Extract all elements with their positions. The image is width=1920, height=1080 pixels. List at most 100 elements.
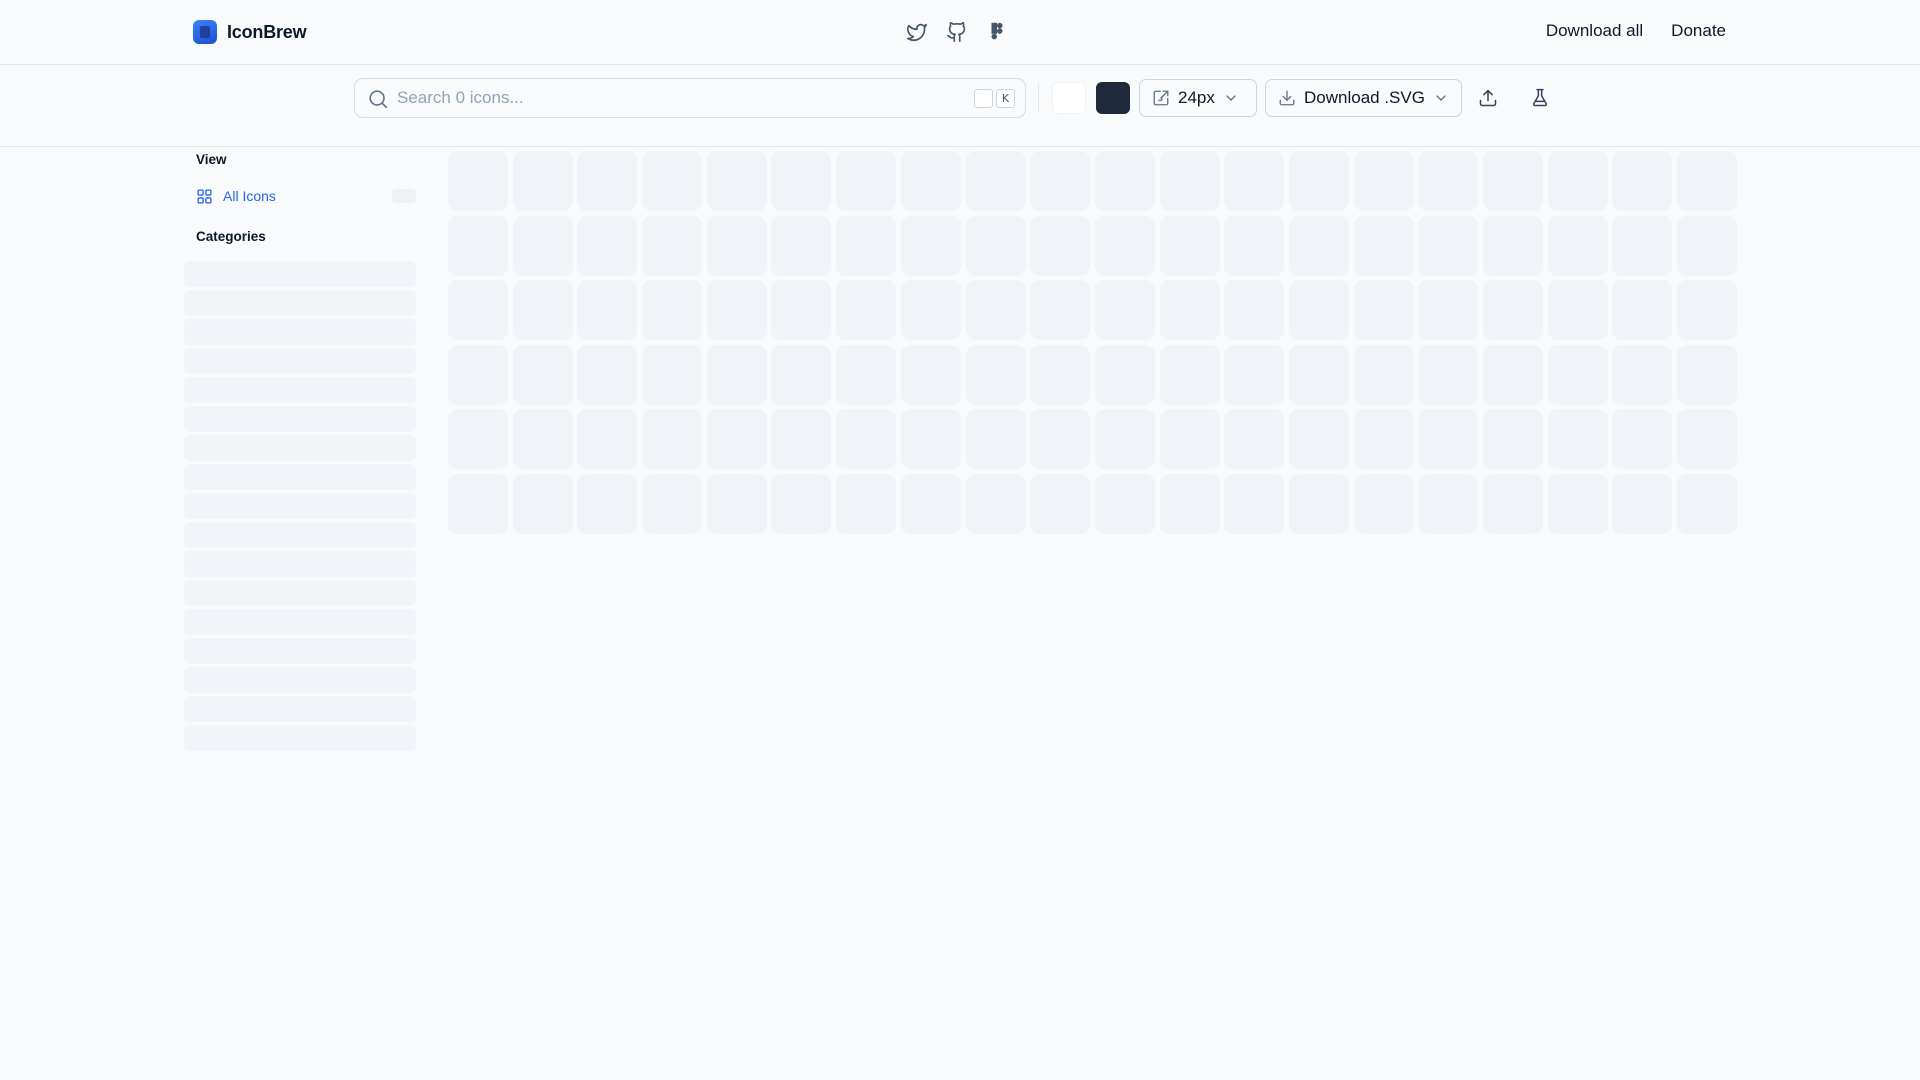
app-logo-icon	[193, 20, 217, 44]
icon-tile-placeholder	[448, 473, 508, 534]
search-input[interactable]	[397, 79, 957, 117]
icon-tile-placeholder	[1094, 280, 1155, 340]
icon-tile-placeholder	[577, 280, 638, 340]
icon-tile-placeholder	[1483, 280, 1543, 340]
icon-tile-placeholder	[1418, 473, 1479, 534]
icon-tile-placeholder	[1547, 215, 1608, 276]
icon-tile-placeholder	[512, 344, 573, 405]
icon-tile-placeholder	[1353, 409, 1414, 469]
upload-icon	[1479, 89, 1497, 107]
category-placeholder	[184, 580, 416, 606]
color-swatch-light[interactable]	[1052, 82, 1086, 114]
icon-tile-placeholder	[1159, 473, 1220, 534]
color-swatch-dark[interactable]	[1096, 82, 1130, 114]
icon-tile-placeholder	[1677, 344, 1738, 405]
icon-tile-placeholder	[1224, 215, 1285, 276]
icon-tile-placeholder	[448, 280, 508, 340]
sidebar-item-all-icons[interactable]: All Icons	[196, 184, 416, 208]
category-placeholder	[184, 406, 416, 432]
github-icon[interactable]	[945, 20, 969, 44]
icon-tile-placeholder	[1547, 280, 1608, 340]
upload-button[interactable]	[1476, 86, 1500, 110]
icon-tile-placeholder	[1418, 409, 1479, 469]
icon-grid	[448, 151, 1738, 534]
icon-tile-placeholder	[900, 473, 961, 534]
icon-tile-placeholder	[900, 151, 961, 211]
icon-tile-placeholder	[1030, 344, 1091, 405]
toolbar: K 24px Download .SVG	[0, 65, 1920, 147]
icon-tile-placeholder	[577, 409, 638, 469]
icon-tile-placeholder	[1677, 151, 1738, 211]
icon-tile-placeholder	[900, 215, 961, 276]
icon-tile-placeholder	[1677, 409, 1738, 469]
icon-tile-placeholder	[1094, 215, 1155, 276]
icon-tile-placeholder	[1224, 409, 1285, 469]
figma-icon[interactable]	[985, 20, 1009, 44]
icon-tile-placeholder	[512, 280, 573, 340]
donate-link[interactable]: Donate	[1671, 21, 1726, 41]
icon-tile-placeholder	[1418, 151, 1479, 211]
category-placeholder	[184, 638, 416, 664]
icon-tile-placeholder	[512, 409, 573, 469]
brand-link[interactable]: IconBrew	[193, 20, 307, 44]
category-placeholder	[184, 725, 416, 751]
icon-tile-placeholder	[706, 344, 767, 405]
category-placeholder	[184, 609, 416, 635]
search-box[interactable]: K	[354, 78, 1026, 118]
icon-tile-placeholder	[771, 151, 832, 211]
category-placeholder	[184, 551, 416, 577]
icon-tile-placeholder	[1483, 344, 1543, 405]
icon-tile-placeholder	[965, 151, 1026, 211]
flask-icon	[1532, 88, 1548, 107]
category-placeholder	[184, 464, 416, 490]
icon-tile-placeholder	[1353, 215, 1414, 276]
icon-tile-placeholder	[900, 409, 961, 469]
icon-tile-placeholder	[512, 215, 573, 276]
icon-tile-placeholder	[706, 473, 767, 534]
category-placeholder	[184, 377, 416, 403]
download-all-link[interactable]: Download all	[1546, 21, 1643, 41]
icon-tile-placeholder	[706, 215, 767, 276]
icon-tile-placeholder	[1547, 151, 1608, 211]
lab-button[interactable]	[1528, 86, 1552, 110]
icon-tile-placeholder	[1547, 344, 1608, 405]
icon-tile-placeholder	[1353, 151, 1414, 211]
icon-tile-placeholder	[1159, 151, 1220, 211]
social-links	[905, 20, 1009, 44]
icon-tile-placeholder	[1094, 151, 1155, 211]
icon-tile-placeholder	[1483, 473, 1543, 534]
resize-icon	[1153, 90, 1169, 106]
icon-tile-placeholder	[1030, 280, 1091, 340]
icon-tile-placeholder	[965, 409, 1026, 469]
icon-tile-placeholder	[836, 215, 897, 276]
download-svg-button[interactable]: Download .SVG	[1265, 79, 1462, 117]
icon-tile-placeholder	[900, 344, 961, 405]
icon-tile-placeholder	[1030, 473, 1091, 534]
icon-tile-placeholder	[965, 473, 1026, 534]
icon-tile-placeholder	[1288, 344, 1349, 405]
icon-tile-placeholder	[1224, 280, 1285, 340]
icon-tile-placeholder	[577, 344, 638, 405]
icon-tile-placeholder	[1353, 280, 1414, 340]
category-placeholder	[184, 522, 416, 548]
twitter-icon[interactable]	[905, 20, 929, 44]
all-icons-label: All Icons	[223, 188, 276, 204]
size-select[interactable]: 24px	[1139, 79, 1257, 117]
icon-tile-placeholder	[642, 280, 703, 340]
icon-tile-placeholder	[1353, 473, 1414, 534]
toolbar-divider	[1038, 83, 1039, 113]
category-placeholder	[184, 696, 416, 722]
icon-tile-placeholder	[1483, 409, 1543, 469]
icon-tile-placeholder	[448, 409, 508, 469]
icon-tile-placeholder	[771, 344, 832, 405]
category-placeholder	[184, 348, 416, 374]
category-placeholder	[184, 493, 416, 519]
icon-tile-placeholder	[1612, 280, 1673, 340]
category-placeholder	[184, 319, 416, 345]
chevron-down-icon	[1226, 95, 1236, 101]
icon-tile-placeholder	[1418, 215, 1479, 276]
icon-tile-placeholder	[1159, 344, 1220, 405]
icon-tile-placeholder	[642, 344, 703, 405]
grid-icon	[197, 188, 212, 204]
brand-name: IconBrew	[227, 21, 307, 42]
